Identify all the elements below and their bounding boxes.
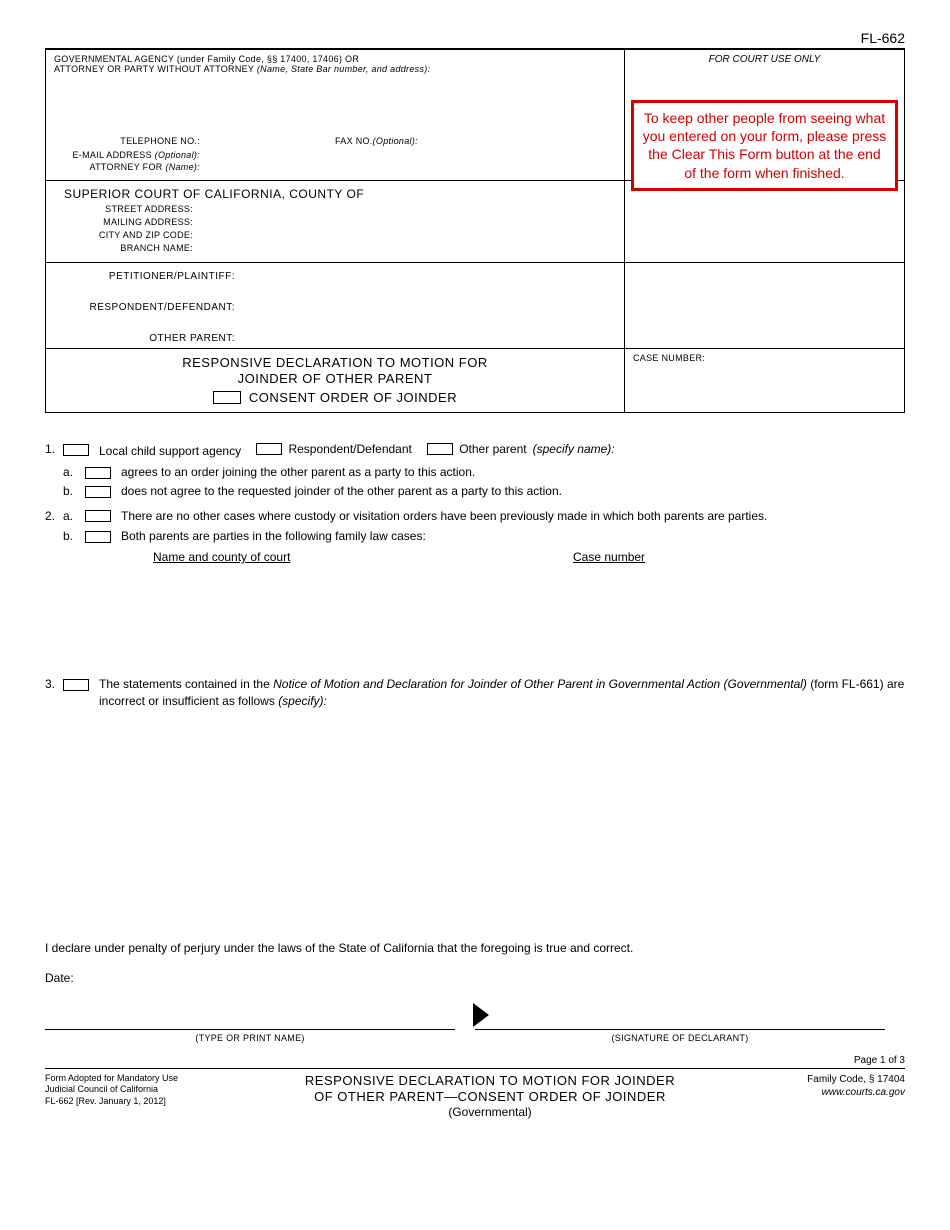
col-case-number: Case number — [573, 549, 645, 566]
item-1b: b. does not agree to the requested joind… — [63, 483, 905, 500]
signature-declarant-label: (SIGNATURE OF DECLARANT) — [475, 1030, 885, 1045]
signature-arrow-icon — [473, 1003, 489, 1027]
item-3-pre: The statements contained in the — [99, 677, 273, 691]
item-2a-checkbox[interactable] — [85, 510, 111, 522]
item-1-other-label: Other parent — [459, 441, 526, 458]
item-1-lcsa-checkbox[interactable] — [63, 444, 89, 456]
page-number: Page 1 of 3 — [45, 1045, 905, 1069]
item-1-specify: (specify name): — [533, 441, 615, 458]
court-use-only: FOR COURT USE ONLY — [633, 54, 896, 65]
branch-name-label: BRANCH NAME: — [82, 243, 197, 253]
court-use-block: FOR COURT USE ONLY To keep other people … — [624, 50, 904, 180]
telephone-label: TELEPHONE NO.: — [54, 136, 204, 146]
item-2b-text: Both parents are parties in the followin… — [121, 528, 905, 545]
item-2b: b. Both parents are parties in the follo… — [63, 528, 905, 545]
item-2b-letter: b. — [63, 528, 85, 545]
item-1-respondent-checkbox[interactable] — [256, 443, 282, 455]
fax-optional: (Optional): — [373, 136, 418, 146]
footer-adopted: Form Adopted for Mandatory Use — [45, 1073, 235, 1085]
form-title-line1: RESPONSIVE DECLARATION TO MOTION FOR — [54, 355, 616, 371]
date-label: Date: — [45, 970, 905, 987]
item-1-other-checkbox[interactable] — [427, 443, 453, 455]
item-1b-checkbox[interactable] — [85, 486, 111, 498]
footer-title-1: RESPONSIVE DECLARATION TO MOTION FOR JOI… — [235, 1073, 745, 1089]
court-title: SUPERIOR COURT OF CALIFORNIA, COUNTY OF — [54, 185, 616, 201]
attorney-for-label: ATTORNEY FOR — [89, 162, 165, 172]
item-3-text: The statements contained in the Notice o… — [99, 676, 905, 710]
form-title-block: RESPONSIVE DECLARATION TO MOTION FOR JOI… — [46, 349, 624, 412]
email-optional: (Optional): — [155, 150, 200, 160]
form-number: FL-662 — [45, 30, 905, 49]
footer-council: Judicial Council of California — [45, 1084, 235, 1096]
item-2b-checkbox[interactable] — [85, 531, 111, 543]
footer-code: Family Code, § 17404 — [745, 1073, 905, 1086]
item-1-number: 1. — [45, 441, 63, 460]
fax-label: FAX NO. — [335, 136, 373, 146]
case-number-label: CASE NUMBER: — [633, 353, 705, 363]
attorney-for-name: (Name): — [165, 162, 200, 172]
item-1a-text: agrees to an order joining the other par… — [121, 464, 905, 481]
signature-row: (TYPE OR PRINT NAME) (SIGNATURE OF DECLA… — [45, 1029, 905, 1045]
item-2b-columns: Name and county of court Case number — [153, 549, 905, 566]
perjury-block: I declare under penalty of perjury under… — [45, 940, 905, 988]
respondent-label: RESPONDENT/DEFENDANT: — [74, 302, 239, 313]
item-1a: a. agrees to an order joining the other … — [63, 464, 905, 481]
item-2a-text: There are no other cases where custody o… — [121, 508, 905, 525]
perjury-statement: I declare under penalty of perjury under… — [45, 940, 905, 957]
item-1b-letter: b. — [63, 483, 85, 500]
attorney-block[interactable]: GOVERNMENTAL AGENCY (under Family Code, … — [46, 50, 624, 180]
parties-block[interactable]: PETITIONER/PLAINTIFF: RESPONDENT/DEFENDA… — [46, 263, 624, 348]
other-parent-label: OTHER PARENT: — [74, 333, 239, 344]
agency-line1: GOVERNMENTAL AGENCY (under Family Code, … — [54, 54, 616, 64]
item-1: 1. Local child support agency Respondent… — [45, 441, 905, 460]
form-body: 1. Local child support agency Respondent… — [45, 413, 905, 1045]
item-3-checkbox[interactable] — [63, 679, 89, 691]
item-1b-text: does not agree to the requested joinder … — [121, 483, 905, 500]
item-1a-letter: a. — [63, 464, 85, 481]
item-2: 2. a. There are no other cases where cus… — [45, 508, 905, 525]
case-number-block[interactable]: CASE NUMBER: — [624, 349, 904, 412]
street-address-label: STREET ADDRESS: — [82, 204, 197, 214]
item-3-italic: Notice of Motion and Declaration for Joi… — [273, 677, 807, 691]
form-caption-box: GOVERNMENTAL AGENCY (under Family Code, … — [45, 49, 905, 413]
item-2-number: 2. — [45, 508, 63, 525]
item-3: 3. The statements contained in the Notic… — [45, 676, 905, 710]
footer-title-3: (Governmental) — [235, 1105, 745, 1120]
footer-url: www.courts.ca.gov — [745, 1086, 905, 1099]
item-1-lcsa-label: Local child support agency — [99, 443, 241, 460]
clear-form-warning: To keep other people from seeing what yo… — [631, 100, 898, 191]
consent-order-label: CONSENT ORDER OF JOINDER — [249, 390, 457, 406]
form-title-line2: JOINDER OF OTHER PARENT — [54, 371, 616, 387]
item-3-number: 3. — [45, 676, 63, 710]
city-zip-label: CITY AND ZIP CODE: — [82, 230, 197, 240]
item-1a-checkbox[interactable] — [85, 467, 111, 479]
consent-order-checkbox[interactable] — [213, 391, 241, 404]
item-1-respondent-label: Respondent/Defendant — [288, 441, 411, 458]
agency-line2-italic: (Name, State Bar number, and address): — [257, 64, 430, 74]
col-name-county: Name and county of court — [153, 549, 573, 566]
mailing-address-label: MAILING ADDRESS: — [82, 217, 197, 227]
type-print-name-label: (TYPE OR PRINT NAME) — [45, 1030, 455, 1045]
email-label: E-MAIL ADDRESS — [72, 150, 154, 160]
item-2a-letter: a. — [63, 508, 85, 525]
footer-revision: FL-662 [Rev. January 1, 2012] — [45, 1096, 235, 1108]
agency-line2: ATTORNEY OR PARTY WITHOUT ATTORNEY (Name… — [54, 64, 616, 74]
footer: Form Adopted for Mandatory Use Judicial … — [45, 1069, 905, 1121]
footer-title-2: OF OTHER PARENT—CONSENT ORDER OF JOINDER — [235, 1089, 745, 1105]
agency-line2-text: ATTORNEY OR PARTY WITHOUT ATTORNEY — [54, 64, 257, 74]
item-3-post2: (specify): — [278, 694, 327, 708]
petitioner-label: PETITIONER/PLAINTIFF: — [74, 271, 239, 282]
court-block[interactable]: SUPERIOR COURT OF CALIFORNIA, COUNTY OF … — [46, 181, 624, 262]
